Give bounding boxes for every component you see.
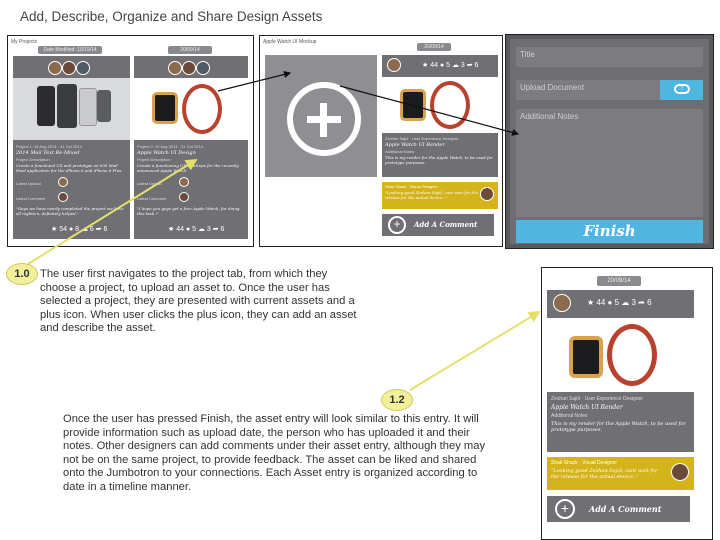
arrow-step1-to-project xyxy=(27,158,198,265)
arrow-plus-to-form xyxy=(339,85,520,136)
arrow-step2-to-entry xyxy=(409,310,541,391)
step-2-description: Once the user has pressed Finish, the as… xyxy=(63,413,486,493)
arrow-project-to-assets xyxy=(217,70,292,92)
step-1-description: The user first navigates to the project … xyxy=(40,268,357,335)
step-1-badge: 1.0 xyxy=(6,263,38,285)
step-2-badge: 1.2 xyxy=(381,389,413,411)
